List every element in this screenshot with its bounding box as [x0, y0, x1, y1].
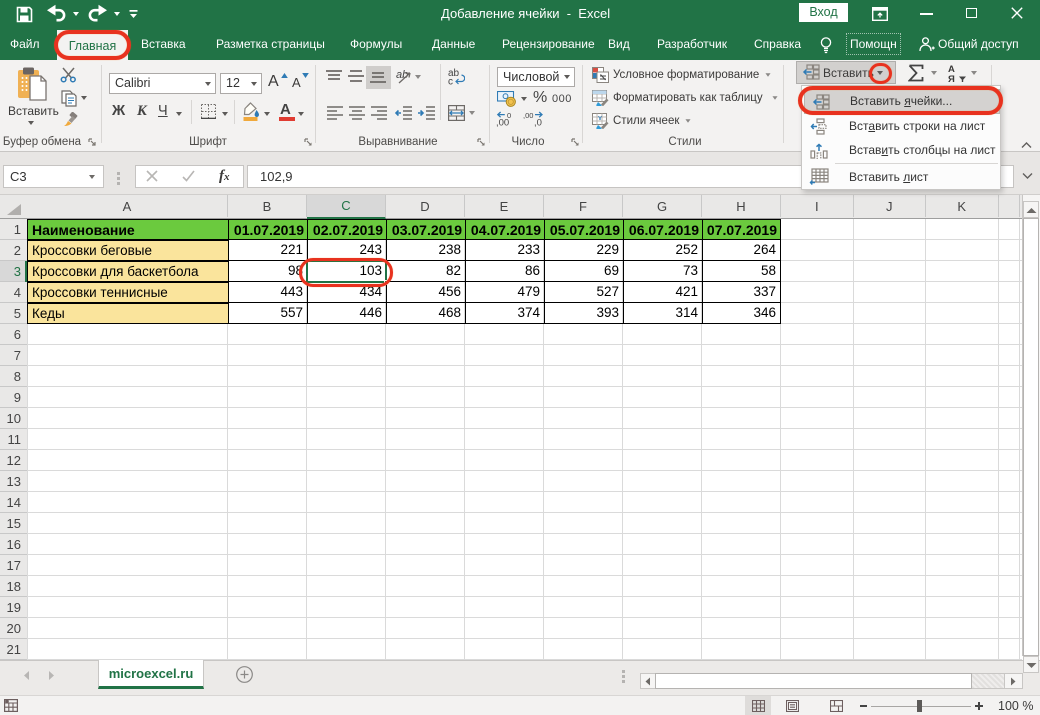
svg-text:,00: ,00 — [523, 111, 533, 120]
svg-text:,0: ,0 — [534, 118, 542, 128]
svg-text:c: c — [448, 77, 453, 86]
svg-text:Я: Я — [948, 74, 955, 83]
svg-text:ab: ab — [396, 69, 408, 81]
svg-text:,00: ,00 — [496, 118, 509, 128]
